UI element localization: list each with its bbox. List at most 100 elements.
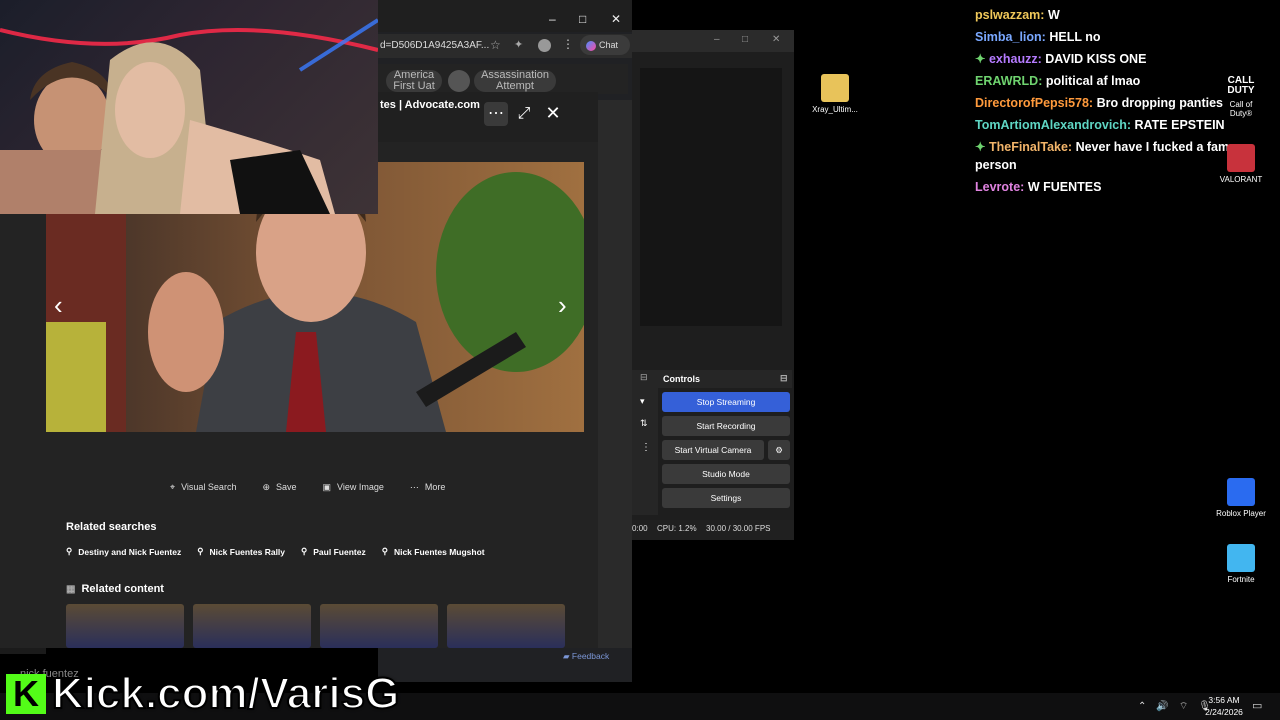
more-options-icon[interactable]: ⋯ xyxy=(484,102,508,126)
visual-search-label: Visual Search xyxy=(181,482,237,492)
view-image-label: View Image xyxy=(337,482,384,492)
obs-maximize-button[interactable]: □ xyxy=(742,34,748,45)
tab-assassination-attempt[interactable]: Assassination Attempt xyxy=(474,70,556,92)
chat-username: DirectorofPepsi578: xyxy=(975,96,1094,110)
obs-close-button[interactable]: ✕ xyxy=(772,34,780,45)
chat-username: pslwazzam: xyxy=(975,8,1045,22)
chat-username: TomArtiomAlexandrovich: xyxy=(975,118,1132,132)
studio-mode-button[interactable]: Studio Mode xyxy=(662,464,790,484)
chat-button[interactable]: Chat xyxy=(580,35,630,55)
cpu-usage: CPU: 1.2% xyxy=(657,524,697,533)
desktop-icon-label: Roblox Player xyxy=(1216,509,1266,518)
related-thumbnail[interactable] xyxy=(193,604,311,648)
start-recording-button[interactable]: Start Recording xyxy=(662,416,790,436)
chat-message: pslwazzam: W xyxy=(975,4,1275,26)
feedback-icon: ▰ xyxy=(563,651,572,661)
more-label: More xyxy=(424,482,446,492)
controls-dock-header: Controls ⊟ xyxy=(658,370,792,388)
page-tabs: America First Uat Assassination Attempt xyxy=(378,64,628,94)
desktop-icon-label: Duty® xyxy=(1229,109,1253,118)
feedback-link[interactable]: ▰ Feedback xyxy=(563,651,609,662)
fps-readout: 30.00 / 30.00 FPS xyxy=(706,524,771,533)
chat-text: HELL no xyxy=(1049,30,1101,44)
chevron-down-icon[interactable]: ▾ xyxy=(640,396,645,407)
reorder-icon[interactable]: ⇅ xyxy=(640,418,648,429)
view-image-button[interactable]: ▣ View Image xyxy=(323,478,384,496)
related-search-item[interactable]: ⚲ Paul Fuentez xyxy=(301,546,366,557)
related-searches-list: ⚲ Destiny and Nick Fuentez ⚲ Nick Fuentes … xyxy=(66,546,485,557)
desktop-icon-valorant[interactable]: VALORANT xyxy=(1206,144,1276,184)
url-text: d=D506D1A9425A3AF... xyxy=(380,40,490,51)
related-search-item[interactable]: ⚲ Destiny and Nick Fuentez xyxy=(66,546,181,557)
webcam-feed xyxy=(0,18,378,214)
visual-search-button[interactable]: ⌖ Visual Search xyxy=(170,478,236,496)
chevron-up-icon[interactable]: ⌃ xyxy=(1138,701,1146,712)
dock-float-icon[interactable]: ⊟ xyxy=(640,372,648,383)
chat-username: ERAWRLD: xyxy=(975,74,1043,88)
maximize-button[interactable]: □ xyxy=(579,12,586,26)
close-viewer-icon[interactable]: ✕ xyxy=(541,101,565,125)
related-content-heading: ▦ Related content xyxy=(66,583,164,595)
controls-title: Controls xyxy=(663,374,700,384)
more-button[interactable]: ⋯ More xyxy=(410,478,446,496)
obs-scene-dock: ▾ ⇅ ⋮ xyxy=(632,370,658,515)
related-thumbnail[interactable] xyxy=(447,604,565,648)
obs-status-bar: 0:00 CPU: 1.2% 30.00 / 30.00 FPS xyxy=(632,520,794,540)
chat-username: Levrote: xyxy=(975,180,1025,194)
related-content-label: Related content xyxy=(81,583,164,595)
related-thumbnail[interactable] xyxy=(66,604,184,648)
call-of-duty-logo: CALL DUTY xyxy=(1227,75,1255,96)
clock-date: 2/24/2026 xyxy=(1205,707,1243,717)
desktop-icon-fortnite[interactable]: Fortnite xyxy=(1206,544,1276,584)
visual-search-icon: ⌖ xyxy=(170,481,176,492)
extensions-icon[interactable]: ✦ xyxy=(514,38,523,51)
desktop-icon-xray[interactable]: Xray_Ultim... xyxy=(800,74,870,114)
expand-icon[interactable]: ⤢ xyxy=(512,102,536,126)
wifi-icon[interactable]: ⌔ xyxy=(1179,700,1188,713)
star-icon[interactable]: ☆ xyxy=(490,38,501,52)
copilot-icon xyxy=(586,40,596,51)
dock-float-icon[interactable]: ⊟ xyxy=(780,373,788,384)
webcam-overlay xyxy=(0,0,378,214)
chat-text: political af lmao xyxy=(1045,74,1141,88)
clock-time: 3:56 AM xyxy=(1208,695,1240,705)
prev-image-icon[interactable]: ‹ xyxy=(54,290,63,321)
volume-icon[interactable]: 🔊 xyxy=(1156,701,1168,712)
taskbar-clock[interactable]: 3:56 AM 2/24/2026 xyxy=(1200,694,1248,718)
avatar xyxy=(448,70,470,92)
chat-username: TheFinalTake: xyxy=(988,140,1073,154)
kick-channel-text: Kick.com/VarisG xyxy=(51,668,400,719)
settings-button[interactable]: Settings xyxy=(662,488,790,508)
save-icon: ⊕ xyxy=(262,481,270,492)
tab-america-first[interactable]: America First Uat xyxy=(386,70,442,92)
background-results-strip xyxy=(598,100,632,648)
related-thumbnail[interactable] xyxy=(320,604,438,648)
profile-icon[interactable] xyxy=(538,39,551,52)
obs-preview xyxy=(640,68,782,326)
roblox-icon xyxy=(1227,478,1255,506)
obs-titlebar: – □ ✕ xyxy=(632,30,794,52)
view-image-icon: ▣ xyxy=(322,481,332,492)
browser-titlebar: – □ ✕ xyxy=(378,0,632,32)
save-label: Save xyxy=(276,482,297,492)
desktop-icon-call-of-duty[interactable]: CALL DUTY Call of Duty® xyxy=(1206,75,1276,119)
notification-icon[interactable]: ▭ xyxy=(1252,699,1262,712)
menu-icon[interactable]: ⋮ xyxy=(562,37,574,51)
desktop-icon-roblox[interactable]: Roblox Player xyxy=(1206,478,1276,518)
minimize-button[interactable]: – xyxy=(549,12,556,26)
stream-time: 0:00 xyxy=(632,524,648,533)
stop-streaming-button[interactable]: Stop Streaming xyxy=(662,392,790,412)
zip-folder-icon xyxy=(821,74,849,102)
search-icon: ⚲ xyxy=(301,546,308,556)
obs-minimize-button[interactable]: – xyxy=(714,34,720,45)
address-bar[interactable]: d=D506D1A9425A3AF... ☆ ✦ ⋮ Chat xyxy=(378,34,632,58)
kebab-menu-icon[interactable]: ⋮ xyxy=(641,442,651,453)
close-button[interactable]: ✕ xyxy=(611,12,621,26)
start-virtual-camera-button[interactable]: Start Virtual Camera xyxy=(662,440,764,460)
related-search-item[interactable]: ⚲ Nick Fuentes Mugshot xyxy=(382,546,485,557)
virtual-camera-settings-icon[interactable]: ⚙ xyxy=(768,440,790,460)
related-search-item[interactable]: ⚲ Nick Fuentes Rally xyxy=(197,546,285,557)
next-image-icon[interactable]: › xyxy=(558,290,567,321)
save-button[interactable]: ⊕ Save xyxy=(262,478,296,496)
chat-button-label: Chat xyxy=(599,40,619,50)
